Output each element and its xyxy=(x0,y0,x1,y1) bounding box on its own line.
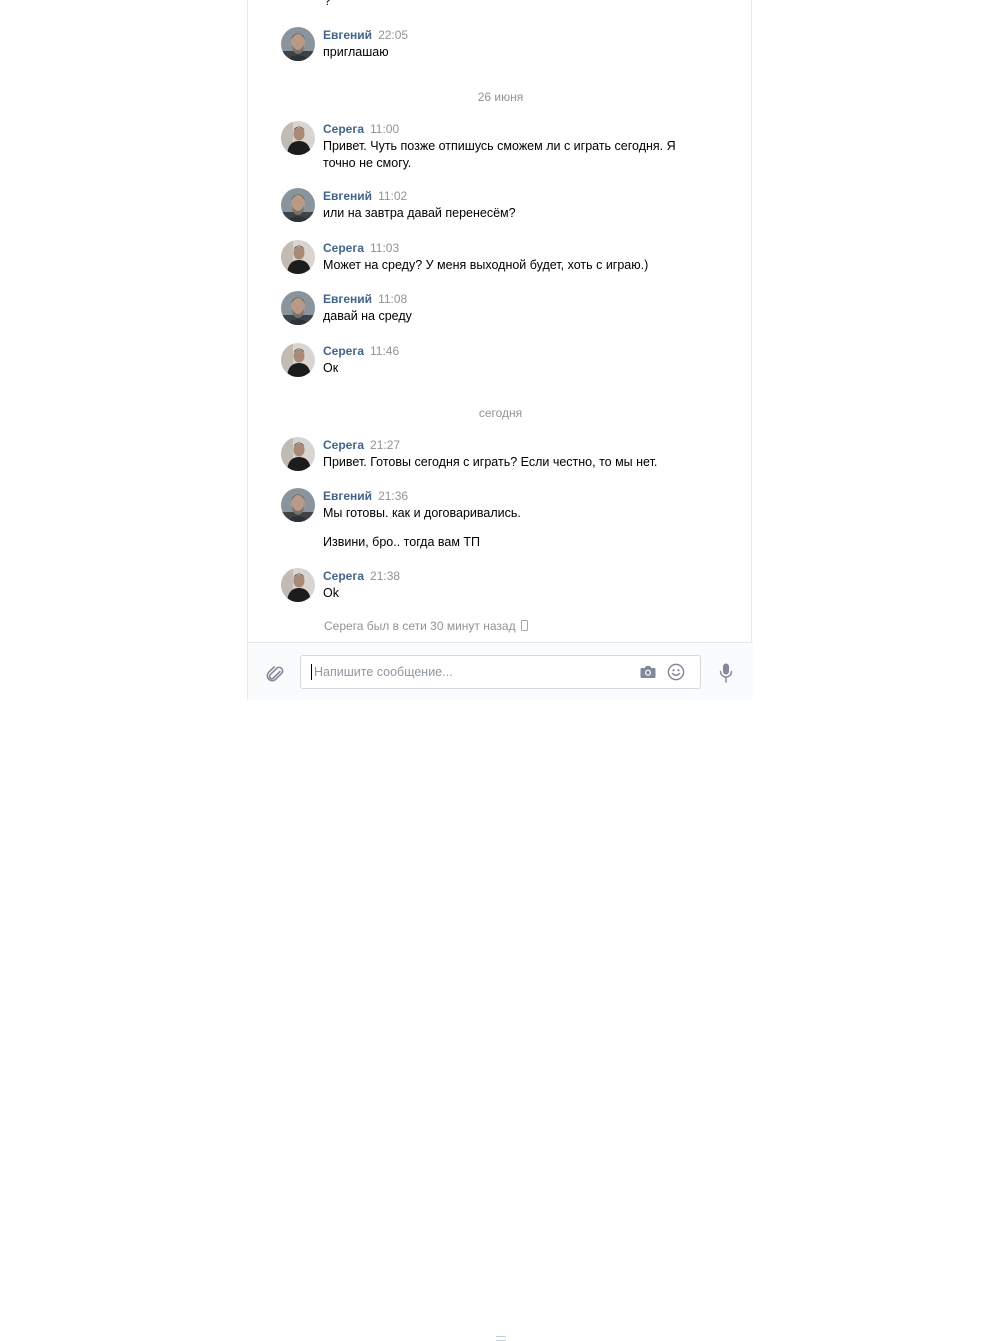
message-header: Евгений 11:08 xyxy=(323,291,407,307)
avatar-evgeny[interactable] xyxy=(281,488,315,522)
avatar-evgeny[interactable] xyxy=(281,27,315,61)
date-separator: сегодня xyxy=(478,406,523,420)
avatar-evgeny[interactable] xyxy=(281,188,315,222)
paperclip-icon[interactable] xyxy=(265,663,285,683)
message-header: Евгений 11:02 xyxy=(323,188,407,204)
message-header: Серега 11:46 xyxy=(323,343,399,359)
microphone-icon[interactable] xyxy=(719,663,733,683)
online-status: Серега был в сети 30 минут назад xyxy=(324,619,528,633)
cut-off-message-text: ? xyxy=(324,0,331,8)
author-name[interactable]: Евгений xyxy=(323,292,372,306)
message-text: приглашаю xyxy=(323,45,389,59)
avatar-serega[interactable] xyxy=(281,568,315,602)
chat-panel: ? Евгений 22:05 приглашаю 26 июня Серега 1… xyxy=(247,0,753,1341)
composer-resize-handle[interactable] xyxy=(496,1336,506,1341)
message-header: Евгений 21:36 xyxy=(323,488,408,504)
message-time[interactable]: 21:36 xyxy=(378,489,408,503)
message-time[interactable]: 11:00 xyxy=(370,122,399,136)
author-name[interactable]: Серега xyxy=(323,438,364,452)
camera-icon[interactable] xyxy=(639,664,657,680)
author-name[interactable]: Серега xyxy=(323,122,364,136)
message-header: Серега 21:27 xyxy=(323,437,400,453)
message-text: Ок xyxy=(323,361,339,375)
message-time[interactable]: 11:08 xyxy=(378,292,407,306)
message-input[interactable] xyxy=(311,664,624,680)
avatar-serega[interactable] xyxy=(281,240,315,274)
message-header: Евгений 22:05 xyxy=(323,27,408,43)
message-text: или на завтра давай перенесём? xyxy=(323,206,516,220)
avatar-serega[interactable] xyxy=(281,121,315,155)
online-status-text: Серега был в сети 30 минут назад xyxy=(324,619,516,633)
message-time[interactable]: 11:46 xyxy=(370,344,399,358)
message-header: Серега 11:03 xyxy=(323,240,399,256)
message-history[interactable]: ? Евгений 22:05 приглашаю 26 июня Серега 1… xyxy=(248,0,753,642)
smile-icon[interactable] xyxy=(667,663,685,681)
message-text: Может на среду? У меня выходной будет, х… xyxy=(323,258,649,272)
message-text: Привет. Готовы сегодня с играть? Если че… xyxy=(323,455,658,469)
author-name[interactable]: Евгений xyxy=(323,189,372,203)
message-time[interactable]: 21:27 xyxy=(370,438,400,452)
message-text-continuation: Извини, бро.. тогда вам ТП xyxy=(323,535,481,549)
message-composer xyxy=(248,642,753,1341)
message-input-box xyxy=(300,655,701,689)
message-header: Серега 21:38 xyxy=(323,568,400,584)
author-name[interactable]: Евгений xyxy=(323,28,372,42)
message-header: Серега 11:00 xyxy=(323,121,399,137)
avatar-serega[interactable] xyxy=(281,343,315,377)
author-name[interactable]: Серега xyxy=(323,241,364,255)
message-time[interactable]: 11:03 xyxy=(370,241,399,255)
message-text: давай на среду xyxy=(323,309,412,323)
date-separator: 26 июня xyxy=(477,90,524,104)
mobile-phone-icon xyxy=(520,620,528,631)
author-name[interactable]: Серега xyxy=(323,344,364,358)
message-text: Привет. Чуть позже отпишусь сможем ли с … xyxy=(323,139,676,170)
avatar-evgeny[interactable] xyxy=(281,291,315,325)
author-name[interactable]: Серега xyxy=(323,569,364,583)
message-text: Ok xyxy=(323,586,339,600)
author-name[interactable]: Евгений xyxy=(323,489,372,503)
message-text: Мы готовы. как и договаривались. xyxy=(323,506,521,520)
message-time[interactable]: 11:02 xyxy=(378,189,407,203)
avatar-serega[interactable] xyxy=(281,437,315,471)
message-time[interactable]: 21:38 xyxy=(370,569,400,583)
message-time[interactable]: 22:05 xyxy=(378,28,408,42)
